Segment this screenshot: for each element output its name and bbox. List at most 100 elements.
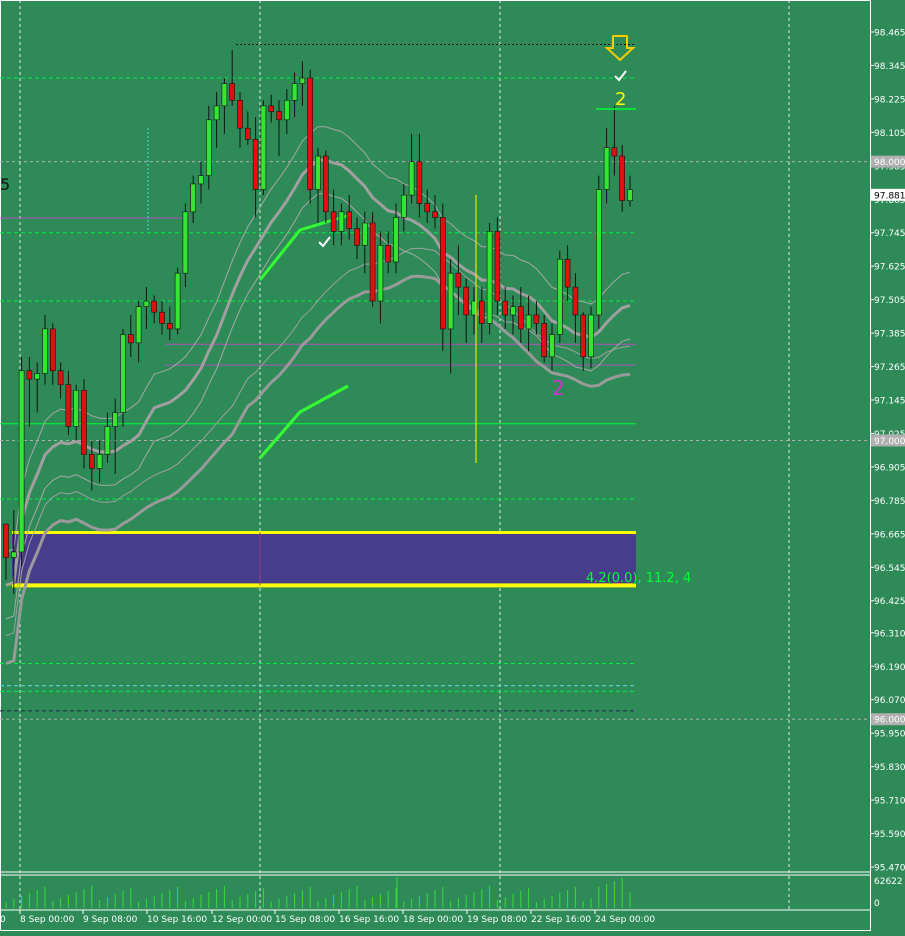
price-badge-3: 96.000	[874, 716, 905, 726]
candle-body-70	[549, 334, 555, 358]
x-tick-label-first: 0	[0, 915, 6, 925]
candle-body-67	[525, 314, 532, 330]
candle-body-64	[502, 300, 509, 316]
candle-body-66	[517, 306, 524, 330]
y-tick-label-23: 95.710	[874, 797, 905, 807]
x-tick-label-6: 18 Sep 00:00	[403, 915, 463, 925]
x-tick-label-2: 10 Sep 16:00	[147, 915, 207, 925]
left-edge-label: 5	[0, 175, 10, 194]
candle-body-25	[198, 175, 204, 185]
x-tick-label-7: 19 Sep 08:00	[467, 915, 527, 925]
candle-body-45	[354, 228, 360, 246]
candle-body-1	[11, 551, 17, 558]
candle-body-26	[206, 119, 212, 176]
candle-body-78	[611, 147, 618, 157]
candle-body-79	[619, 155, 626, 201]
chart-svg: 4.2(0.0), 11.2, 4 2 2 5 98.465 98.345 98.225 98…	[0, 0, 905, 931]
candle-body-37	[291, 83, 298, 101]
candle-body-32	[252, 139, 259, 190]
annotation-text: 4.2(0.0), 11.2, 4	[586, 571, 691, 586]
y-tick-label-1: 98.345	[874, 62, 905, 72]
candle-body-80	[627, 189, 633, 201]
highlight-upper	[258, 213, 351, 281]
candle-body-47	[369, 222, 376, 302]
candle-body-59	[463, 286, 470, 316]
candle-body-15	[120, 334, 126, 413]
candle-body-23	[182, 211, 189, 274]
y-tick-label-13: 96.905	[874, 463, 905, 473]
y-tick-label-11: 97.145	[874, 397, 905, 407]
candle-body-71	[556, 258, 563, 335]
y-tick-label-14: 96.785	[874, 497, 905, 507]
candle-body-33	[260, 105, 267, 190]
candle-body-75	[588, 314, 594, 358]
candle-body-16	[128, 334, 134, 344]
y-tick-label-15: 96.665	[874, 530, 905, 540]
x-tick-label-5: 16 Sep 16:00	[339, 915, 399, 925]
candle-body-14	[112, 412, 118, 427]
candle-body-29	[229, 83, 235, 101]
y-tick-label-8: 97.505	[874, 296, 905, 306]
candle-body-52	[408, 161, 415, 196]
y-tick-label-21: 95.950	[874, 730, 905, 740]
highlight-lower	[258, 384, 349, 459]
candle-body-19	[151, 300, 157, 313]
x-tick-label-8: 22 Sep 16:00	[531, 915, 591, 925]
candle-body-28	[221, 83, 228, 107]
candle-body-31	[245, 127, 251, 140]
candle-body-65	[510, 306, 516, 316]
y-tick-label-22: 95.830	[874, 763, 905, 773]
y-tick-label-16: 96.545	[874, 564, 905, 574]
price-badge-0: 98.000	[874, 158, 905, 168]
y-tick-label-20: 96.070	[874, 696, 905, 706]
candle-body-50	[393, 217, 399, 263]
volume-bottom-label: 0	[874, 899, 880, 909]
down-arrow-icon	[604, 35, 636, 62]
candle-body-0	[3, 523, 9, 558]
y-tick-label-18: 96.310	[874, 629, 905, 639]
y-tick-label-17: 96.425	[874, 597, 905, 607]
x-tick-label-0: 8 Sep 00:00	[20, 915, 75, 925]
y-tick-label-24: 95.590	[874, 830, 905, 840]
candle-body-24	[190, 183, 196, 213]
candle-body-62	[486, 231, 493, 324]
candle-body-77	[603, 147, 610, 190]
candle-body-36	[283, 100, 290, 121]
candle-body-4	[34, 373, 41, 380]
y-tick-label-0: 98.465	[874, 29, 905, 39]
candle-body-6	[49, 328, 56, 372]
candle-body-49	[385, 244, 392, 263]
candle-body-38	[299, 77, 306, 84]
candle-body-57	[447, 272, 454, 330]
y-tick-label-7: 97.625	[874, 263, 905, 273]
chart: 4.2(0.0), 11.2, 4 2 2 5 98.465 98.345 98.225 98…	[0, 0, 905, 932]
candle-body-72	[564, 258, 571, 288]
candle-body-42	[330, 211, 337, 232]
candle-body-40	[315, 155, 321, 190]
candle-body-74	[580, 314, 587, 358]
candle-body-35	[276, 111, 282, 121]
candle-body-55	[432, 211, 438, 218]
candle-body-5	[42, 328, 48, 374]
candle-body-30	[237, 100, 243, 129]
candle-body-58	[455, 272, 462, 288]
x-tick-label-1: 9 Sep 08:00	[83, 915, 138, 925]
y-tick-label-6: 97.745	[874, 229, 905, 239]
candle-body-48	[377, 244, 384, 302]
candle-body-69	[541, 323, 548, 358]
y-tick-label-19: 96.190	[874, 663, 905, 673]
candle-body-11	[89, 454, 95, 469]
zone-rect	[12, 532, 636, 586]
candle-body-68	[533, 314, 540, 324]
x-tick-label-3: 12 Sep 00:00	[212, 915, 272, 925]
candle-body-17	[135, 306, 142, 344]
volume-top-label: 62622	[874, 877, 903, 887]
candle-body-21	[167, 323, 173, 330]
candle-body-39	[307, 77, 314, 190]
candle-body-53	[416, 161, 423, 204]
check-icon-mid	[318, 236, 331, 248]
wave-label-upper: 2	[615, 89, 626, 110]
candle-body-44	[346, 211, 353, 229]
candle-body-46	[361, 222, 368, 246]
candle-body-7	[57, 370, 64, 385]
